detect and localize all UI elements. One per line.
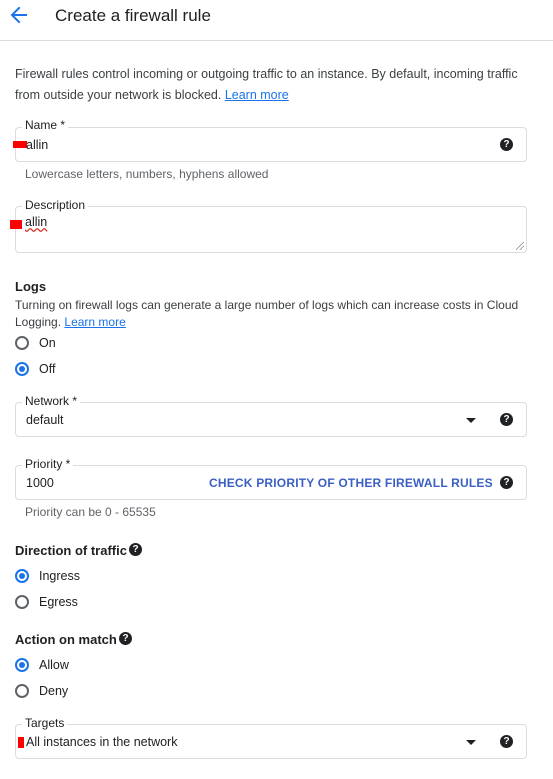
- arrow-back-icon[interactable]: [10, 5, 28, 25]
- page-header: Create a firewall rule: [0, 0, 553, 41]
- ingress-label[interactable]: Ingress: [39, 569, 80, 583]
- targets-select[interactable]: All instances in the network ?: [15, 724, 527, 759]
- logs-on-radio[interactable]: [15, 336, 29, 350]
- targets-label: Targets: [22, 716, 68, 730]
- logs-off-radio[interactable]: [15, 362, 29, 376]
- deny-radio[interactable]: [15, 684, 29, 698]
- help-icon[interactable]: ?: [129, 543, 142, 556]
- page-title: Create a firewall rule: [55, 6, 211, 25]
- description-field[interactable]: allin: [10, 206, 527, 253]
- help-icon[interactable]: ?: [500, 476, 513, 489]
- priority-hint: Priority can be 0 - 65535: [25, 505, 156, 519]
- priority-field[interactable]: 1000 CHECK PRIORITY OF OTHER FIREWALL RU…: [15, 465, 527, 500]
- name-hint: Lowercase letters, numbers, hyphens allo…: [25, 167, 269, 181]
- deny-label[interactable]: Deny: [39, 684, 68, 698]
- help-icon[interactable]: ?: [500, 413, 513, 426]
- name-input[interactable]: allin: [26, 138, 48, 152]
- network-value: default: [26, 413, 64, 427]
- redaction-mark: [10, 220, 22, 229]
- network-select[interactable]: default ?: [15, 402, 527, 437]
- egress-label[interactable]: Egress: [39, 595, 78, 609]
- help-icon[interactable]: ?: [500, 138, 513, 151]
- resize-handle[interactable]: [516, 242, 524, 250]
- allow-label[interactable]: Allow: [39, 658, 69, 672]
- intro-paragraph: Firewall rules control incoming or outgo…: [15, 64, 525, 106]
- description-input[interactable]: allin: [25, 215, 47, 229]
- name-label: Name *: [22, 118, 69, 132]
- redaction-mark: [18, 737, 24, 748]
- priority-input[interactable]: 1000: [26, 476, 54, 490]
- network-label: Network *: [22, 394, 81, 408]
- action-title: Action on match: [15, 632, 117, 647]
- redaction-mark: [13, 141, 27, 148]
- help-icon[interactable]: ?: [500, 735, 513, 748]
- logs-paragraph: Turning on firewall logs can generate a …: [15, 297, 530, 331]
- logs-title: Logs: [15, 279, 47, 294]
- dropdown-caret-icon[interactable]: [466, 740, 476, 745]
- targets-value: All instances in the network: [26, 735, 178, 749]
- logs-off-label[interactable]: Off: [39, 362, 55, 376]
- intro-learn-more-link[interactable]: Learn more: [225, 88, 289, 102]
- description-label: Description: [22, 198, 89, 212]
- logs-on-label[interactable]: On: [39, 336, 56, 350]
- help-icon[interactable]: ?: [119, 632, 132, 645]
- direction-title: Direction of traffic: [15, 543, 127, 558]
- allow-radio[interactable]: [15, 658, 29, 672]
- egress-radio[interactable]: [15, 595, 29, 609]
- name-field[interactable]: allin ?: [13, 127, 527, 162]
- dropdown-caret-icon[interactable]: [466, 418, 476, 423]
- priority-label: Priority *: [22, 457, 74, 471]
- check-priority-button[interactable]: CHECK PRIORITY OF OTHER FIREWALL RULES: [209, 476, 493, 490]
- logs-learn-more-link[interactable]: Learn more: [64, 315, 125, 329]
- ingress-radio[interactable]: [15, 569, 29, 583]
